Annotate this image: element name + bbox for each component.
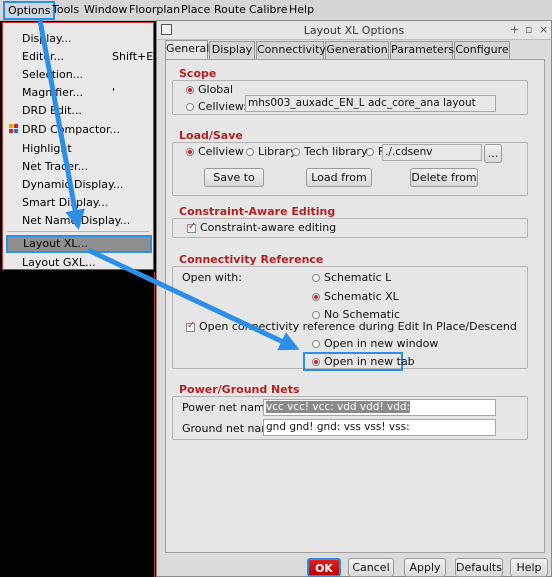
tab-parameters[interactable]: Parameters	[390, 41, 454, 59]
layout-xl-options-dialog: Layout XL Options + ▫ × General Display …	[156, 20, 552, 577]
dialog-title: Layout XL Options	[303, 24, 405, 37]
connectivity-ref-title: Connectivity Reference	[179, 253, 324, 266]
file-radio[interactable]	[366, 148, 374, 156]
file-path-field[interactable]: ./.cdsenv	[382, 144, 482, 161]
ground-net-field[interactable]: gnd gnd! gnd: vss vss! vss:	[263, 419, 496, 436]
load-cellview-label: Cellview	[198, 145, 244, 158]
open-with-label: Open with:	[182, 271, 242, 284]
menu-item-net-name-display[interactable]: Net Name Display...	[22, 214, 130, 227]
schematic-xl-label: Schematic XL	[324, 290, 399, 303]
menu-item-display[interactable]: Display...	[22, 32, 71, 45]
menu-item-drd-edit[interactable]: DRD Edit...	[22, 104, 82, 117]
cancel-button[interactable]: Cancel	[348, 558, 394, 577]
open-connectivity-checkbox[interactable]	[186, 320, 195, 332]
new-window-label: Open in new window	[324, 337, 439, 350]
browse-button[interactable]: ...	[484, 144, 502, 163]
cellview-scope-field[interactable]: mhs003_auxadc_EN_L adc_core_ana layout	[245, 95, 496, 112]
help-button[interactable]: Help	[510, 558, 548, 577]
schematic-l-label: Schematic L	[324, 271, 392, 284]
tab-display[interactable]: Display	[209, 41, 255, 59]
tab-connectivity[interactable]: Connectivity	[256, 41, 326, 59]
power-net-field[interactable]: vcc vcc! vcc: vdd vdd! vdd:	[263, 399, 496, 416]
menu-item-magnifier[interactable]: Magnifier... '	[22, 86, 115, 99]
load-save-title: Load/Save	[179, 129, 243, 142]
menu-item-highlight[interactable]: Highlight	[22, 142, 72, 155]
global-radio[interactable]	[186, 86, 194, 94]
load-from-button[interactable]: Load from	[306, 168, 372, 187]
maximize-icon[interactable]: ▫	[525, 23, 532, 36]
menu-item-layout-xl[interactable]: Layout XL...	[6, 235, 152, 253]
shortcut-label: '	[112, 86, 116, 99]
menu-separator	[7, 231, 149, 232]
cellview-scope-label: Cellview:	[198, 100, 247, 113]
power-net-value: vcc vcc! vcc: vdd vdd! vdd:	[266, 401, 411, 413]
close-icon[interactable]: ×	[539, 23, 548, 36]
apply-button[interactable]: Apply	[404, 558, 446, 577]
global-label: Global	[198, 83, 234, 96]
menu-route[interactable]: Route	[214, 3, 246, 16]
tab-configure[interactable]: Configure	[454, 41, 510, 59]
drd-compactor-icon	[9, 124, 18, 133]
general-tab-panel: Scope Global Cellview: mhs003_auxadc_EN_…	[165, 59, 545, 553]
menu-help[interactable]: Help	[289, 3, 314, 16]
constraint-aware-checkbox[interactable]	[187, 221, 196, 233]
layout-canvas	[0, 272, 155, 577]
menu-place[interactable]: Place	[181, 3, 210, 16]
dialog-titlebar: Layout XL Options + ▫ ×	[157, 21, 551, 40]
menu-item-drd-compactor[interactable]: DRD Compactor...	[9, 123, 120, 136]
library-radio[interactable]	[246, 148, 254, 156]
menu-item-editor[interactable]: Editor... Shift+E	[22, 50, 153, 63]
save-to-button[interactable]: Save to	[204, 168, 264, 187]
menu-item-net-tracer[interactable]: Net Tracer...	[22, 160, 88, 173]
new-window-radio[interactable]	[312, 340, 320, 348]
menu-item-layout-gxl[interactable]: Layout GXL...	[22, 256, 96, 269]
schematic-l-radio[interactable]	[312, 274, 320, 282]
menu-item-smart-display[interactable]: Smart Display...	[22, 196, 108, 209]
menu-floorplan[interactable]: Floorplan	[129, 3, 180, 16]
scope-title: Scope	[179, 67, 217, 80]
constraint-title: Constraint-Aware Editing	[179, 205, 336, 218]
new-tab-radio[interactable]	[312, 358, 320, 366]
tab-general[interactable]: General	[165, 40, 209, 60]
shortcut-label: Shift+E	[112, 50, 154, 63]
library-label: Library	[258, 145, 297, 158]
tech-library-radio[interactable]	[292, 148, 300, 156]
menu-options[interactable]: Options	[3, 1, 56, 20]
ok-button[interactable]: OK	[307, 558, 341, 577]
menu-calibre[interactable]: Calibre	[249, 3, 288, 16]
open-connectivity-label: Open connectivity reference during Edit …	[199, 320, 517, 333]
constraint-aware-label: Constraint-aware editing	[200, 221, 337, 234]
cellview-scope-radio[interactable]	[186, 103, 194, 111]
new-tab-label: Open in new tab	[324, 355, 415, 368]
menubar: Options Tools Window Floorplan Place Rou…	[0, 0, 552, 21]
power-ground-title: Power/Ground Nets	[179, 383, 300, 396]
load-cellview-radio[interactable]	[186, 148, 194, 156]
pin-icon[interactable]: +	[510, 23, 519, 36]
defaults-button[interactable]: Defaults	[455, 558, 503, 577]
tech-library-label: Tech library	[304, 145, 368, 158]
no-schematic-radio[interactable]	[312, 311, 320, 319]
tab-generation[interactable]: Generation	[325, 41, 389, 59]
menu-tools[interactable]: Tools	[52, 3, 79, 16]
menu-window[interactable]: Window	[84, 3, 127, 16]
menu-item-dynamic-display[interactable]: Dynamic Display...	[22, 178, 123, 191]
menu-item-selection[interactable]: Selection...	[22, 68, 83, 81]
delete-from-button[interactable]: Delete from	[410, 168, 478, 187]
options-dropdown-menu: Display... Editor... Shift+E Selection...…	[2, 22, 154, 270]
schematic-xl-radio[interactable]	[312, 293, 320, 301]
